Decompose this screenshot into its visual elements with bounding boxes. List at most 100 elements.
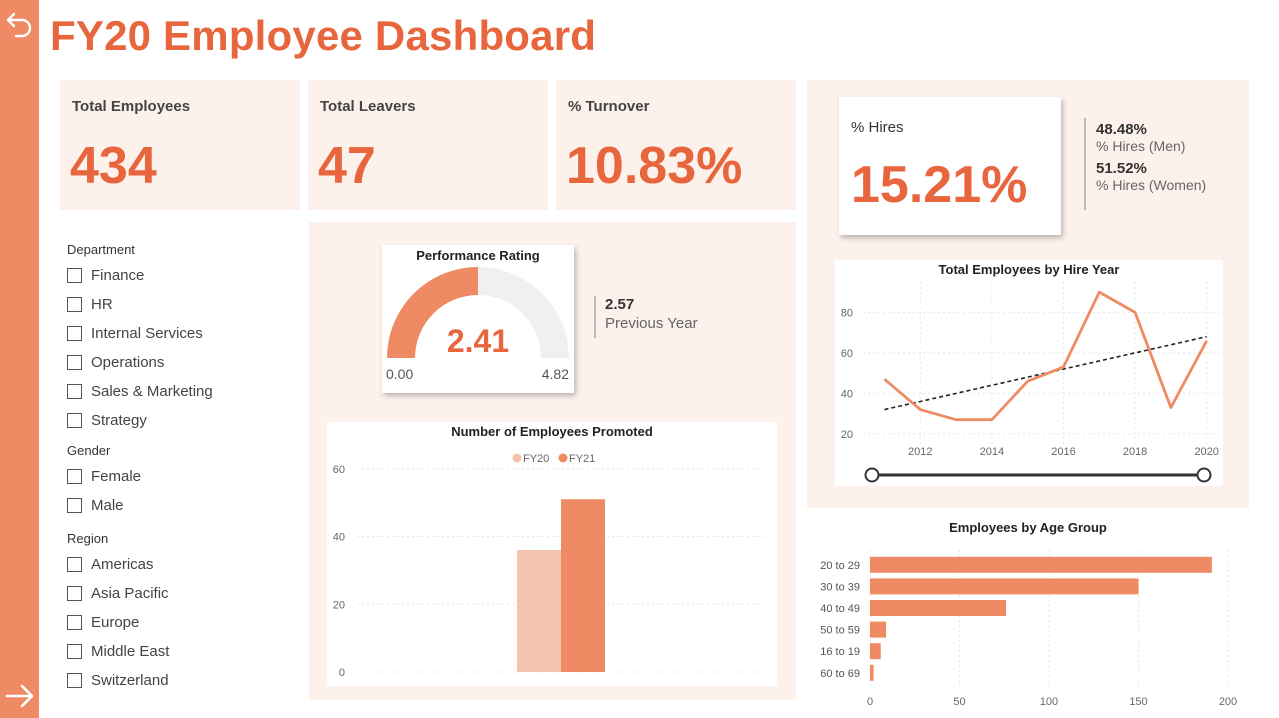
kpi-label: Total Employees bbox=[72, 98, 191, 115]
range-slider-start-handle bbox=[864, 467, 880, 483]
x-tick-label: 2016 bbox=[1051, 446, 1075, 458]
checkbox[interactable] bbox=[67, 586, 82, 601]
kpi-card-total-leavers: Total Leavers 47 bbox=[308, 80, 548, 210]
checkbox[interactable] bbox=[67, 384, 82, 399]
checkbox[interactable] bbox=[67, 644, 82, 659]
bar bbox=[870, 643, 881, 660]
filter-label: Internal Services bbox=[91, 325, 203, 342]
kpi-value: 47 bbox=[318, 137, 376, 195]
hire-year-chart: Total Employees by Hire Year 20 40 60 80 201… bbox=[835, 260, 1223, 486]
previous-year-value: 2.57 bbox=[605, 296, 635, 313]
hires-women-label: % Hires (Women) bbox=[1096, 177, 1207, 193]
filter-label: Asia Pacific bbox=[91, 585, 169, 602]
range-slider-end-handle bbox=[1196, 467, 1212, 483]
checkbox[interactable] bbox=[67, 326, 82, 341]
kpi-value: 10.83% bbox=[566, 137, 743, 195]
x-tick-label: 2012 bbox=[908, 446, 932, 458]
age-group-chart-svg: 0 50 100 150 200 20 to 29 30 to 39 40 to 49 50 t… bbox=[820, 550, 1237, 708]
hires-men-label: % Hires (Men) bbox=[1096, 138, 1186, 154]
x-tick-label: 100 bbox=[1040, 696, 1058, 708]
checkbox[interactable] bbox=[67, 498, 82, 513]
arrow-right-icon[interactable] bbox=[4, 680, 36, 712]
hires-men-value: 48.48% bbox=[1096, 121, 1147, 138]
x-tick-label: 50 bbox=[953, 696, 965, 708]
kpi-label: % Turnover bbox=[568, 98, 650, 115]
hires-value: 15.21% bbox=[851, 156, 1028, 214]
y-tick-label: 0 bbox=[339, 667, 345, 679]
undo-arrow-icon[interactable] bbox=[4, 8, 36, 40]
filter-department-hr[interactable]: HR bbox=[67, 290, 297, 319]
bar bbox=[870, 600, 1007, 616]
filter-label: Male bbox=[91, 497, 124, 514]
x-tick-label: 2014 bbox=[980, 446, 1004, 458]
filter-department-strategy[interactable]: Strategy bbox=[67, 406, 297, 435]
kpi-card-total-employees: Total Employees 434 bbox=[60, 80, 300, 210]
filter-region-switzerland[interactable]: Switzerland bbox=[67, 666, 297, 695]
bar bbox=[870, 621, 887, 638]
filter-label: Operations bbox=[91, 354, 165, 371]
y-tick-label: 50 to 59 bbox=[820, 625, 860, 637]
kpi-label: Total Leavers bbox=[320, 98, 416, 115]
hires-label: % Hires bbox=[851, 119, 904, 136]
filter-region-europe[interactable]: Europe bbox=[67, 608, 297, 637]
checkbox[interactable] bbox=[67, 413, 82, 428]
bar-fy20 bbox=[517, 550, 561, 672]
page-title: FY20 Employee Dashboard bbox=[50, 12, 597, 59]
x-tick-label: 0 bbox=[867, 696, 873, 708]
filter-label: Europe bbox=[91, 614, 140, 631]
hires-kpi-card: % Hires 15.21% bbox=[839, 97, 1061, 235]
line-series bbox=[883, 290, 1208, 422]
hire-year-chart-svg: 20 40 60 80 2012 2014 2016 2018 2020 bbox=[841, 282, 1221, 483]
checkbox[interactable] bbox=[67, 268, 82, 283]
checkbox[interactable] bbox=[67, 355, 82, 370]
age-group-chart: Employees by Age Group 0 50 100 150 200 20 to… bbox=[808, 516, 1248, 716]
hires-women-value: 51.52% bbox=[1096, 160, 1147, 177]
gauge-min: 0.00 bbox=[386, 366, 414, 382]
legend-label: FY20 bbox=[523, 453, 549, 465]
filter-label: HR bbox=[91, 296, 113, 313]
y-tick-label: 60 bbox=[333, 464, 345, 476]
y-tick-label: 20 bbox=[841, 429, 853, 441]
checkbox[interactable] bbox=[67, 615, 82, 630]
filter-gender-male[interactable]: Male bbox=[67, 491, 297, 520]
y-tick-label: 60 to 69 bbox=[820, 668, 860, 680]
filter-label: Sales & Marketing bbox=[91, 383, 213, 400]
previous-year-rating: 2.57 Previous Year bbox=[594, 296, 698, 338]
performance-gauge-card: Performance Rating 2.41 0.00 4.82 bbox=[382, 245, 574, 393]
filter-department-internal-services[interactable]: Internal Services bbox=[67, 319, 297, 348]
filter-label: Finance bbox=[91, 267, 145, 284]
filter-gender-female[interactable]: Female bbox=[67, 462, 297, 491]
checkbox[interactable] bbox=[67, 469, 82, 484]
checkbox[interactable] bbox=[67, 557, 82, 572]
filter-department-operations[interactable]: Operations bbox=[67, 348, 297, 377]
kpi-card-turnover: % Turnover 10.83% bbox=[556, 80, 796, 210]
filter-label: Female bbox=[91, 468, 142, 485]
x-tick-label: 200 bbox=[1219, 696, 1237, 708]
bar bbox=[870, 664, 874, 681]
hires-gender-split: 48.48% % Hires (Men) 51.52% % Hires (Wom… bbox=[1084, 118, 1244, 210]
filter-region-asia-pacific[interactable]: Asia Pacific bbox=[67, 579, 297, 608]
filter-label: Americas bbox=[91, 556, 154, 573]
bar-fy21 bbox=[561, 499, 605, 672]
y-tick-label: 16 to 19 bbox=[820, 646, 860, 658]
y-tick-label: 40 bbox=[841, 388, 853, 400]
gauge-value: 2.41 bbox=[446, 323, 510, 359]
filter-department-sales-marketing[interactable]: Sales & Marketing bbox=[67, 377, 297, 406]
checkbox[interactable] bbox=[67, 297, 82, 312]
y-tick-label: 80 bbox=[841, 307, 853, 319]
y-tick-label: 20 bbox=[333, 599, 345, 611]
filter-region-americas[interactable]: Americas bbox=[67, 550, 297, 579]
checkbox[interactable] bbox=[67, 673, 82, 688]
legend-marker bbox=[512, 453, 522, 463]
filter-panel: Department Finance HR Internal Services … bbox=[67, 236, 297, 695]
filter-heading-region: Region bbox=[67, 531, 109, 546]
gauge-max: 4.82 bbox=[541, 366, 569, 382]
filter-heading-gender: Gender bbox=[67, 443, 111, 458]
filter-label: Strategy bbox=[91, 412, 147, 429]
filter-region-middle-east[interactable]: Middle East bbox=[67, 637, 297, 666]
kpi-value: 434 bbox=[70, 137, 157, 195]
filter-department-finance[interactable]: Finance bbox=[67, 261, 297, 290]
legend-label: FY21 bbox=[569, 453, 595, 465]
previous-year-label: Previous Year bbox=[605, 315, 698, 332]
promoted-chart-svg: 0 20 40 60 FY20 FY21 bbox=[333, 453, 767, 679]
